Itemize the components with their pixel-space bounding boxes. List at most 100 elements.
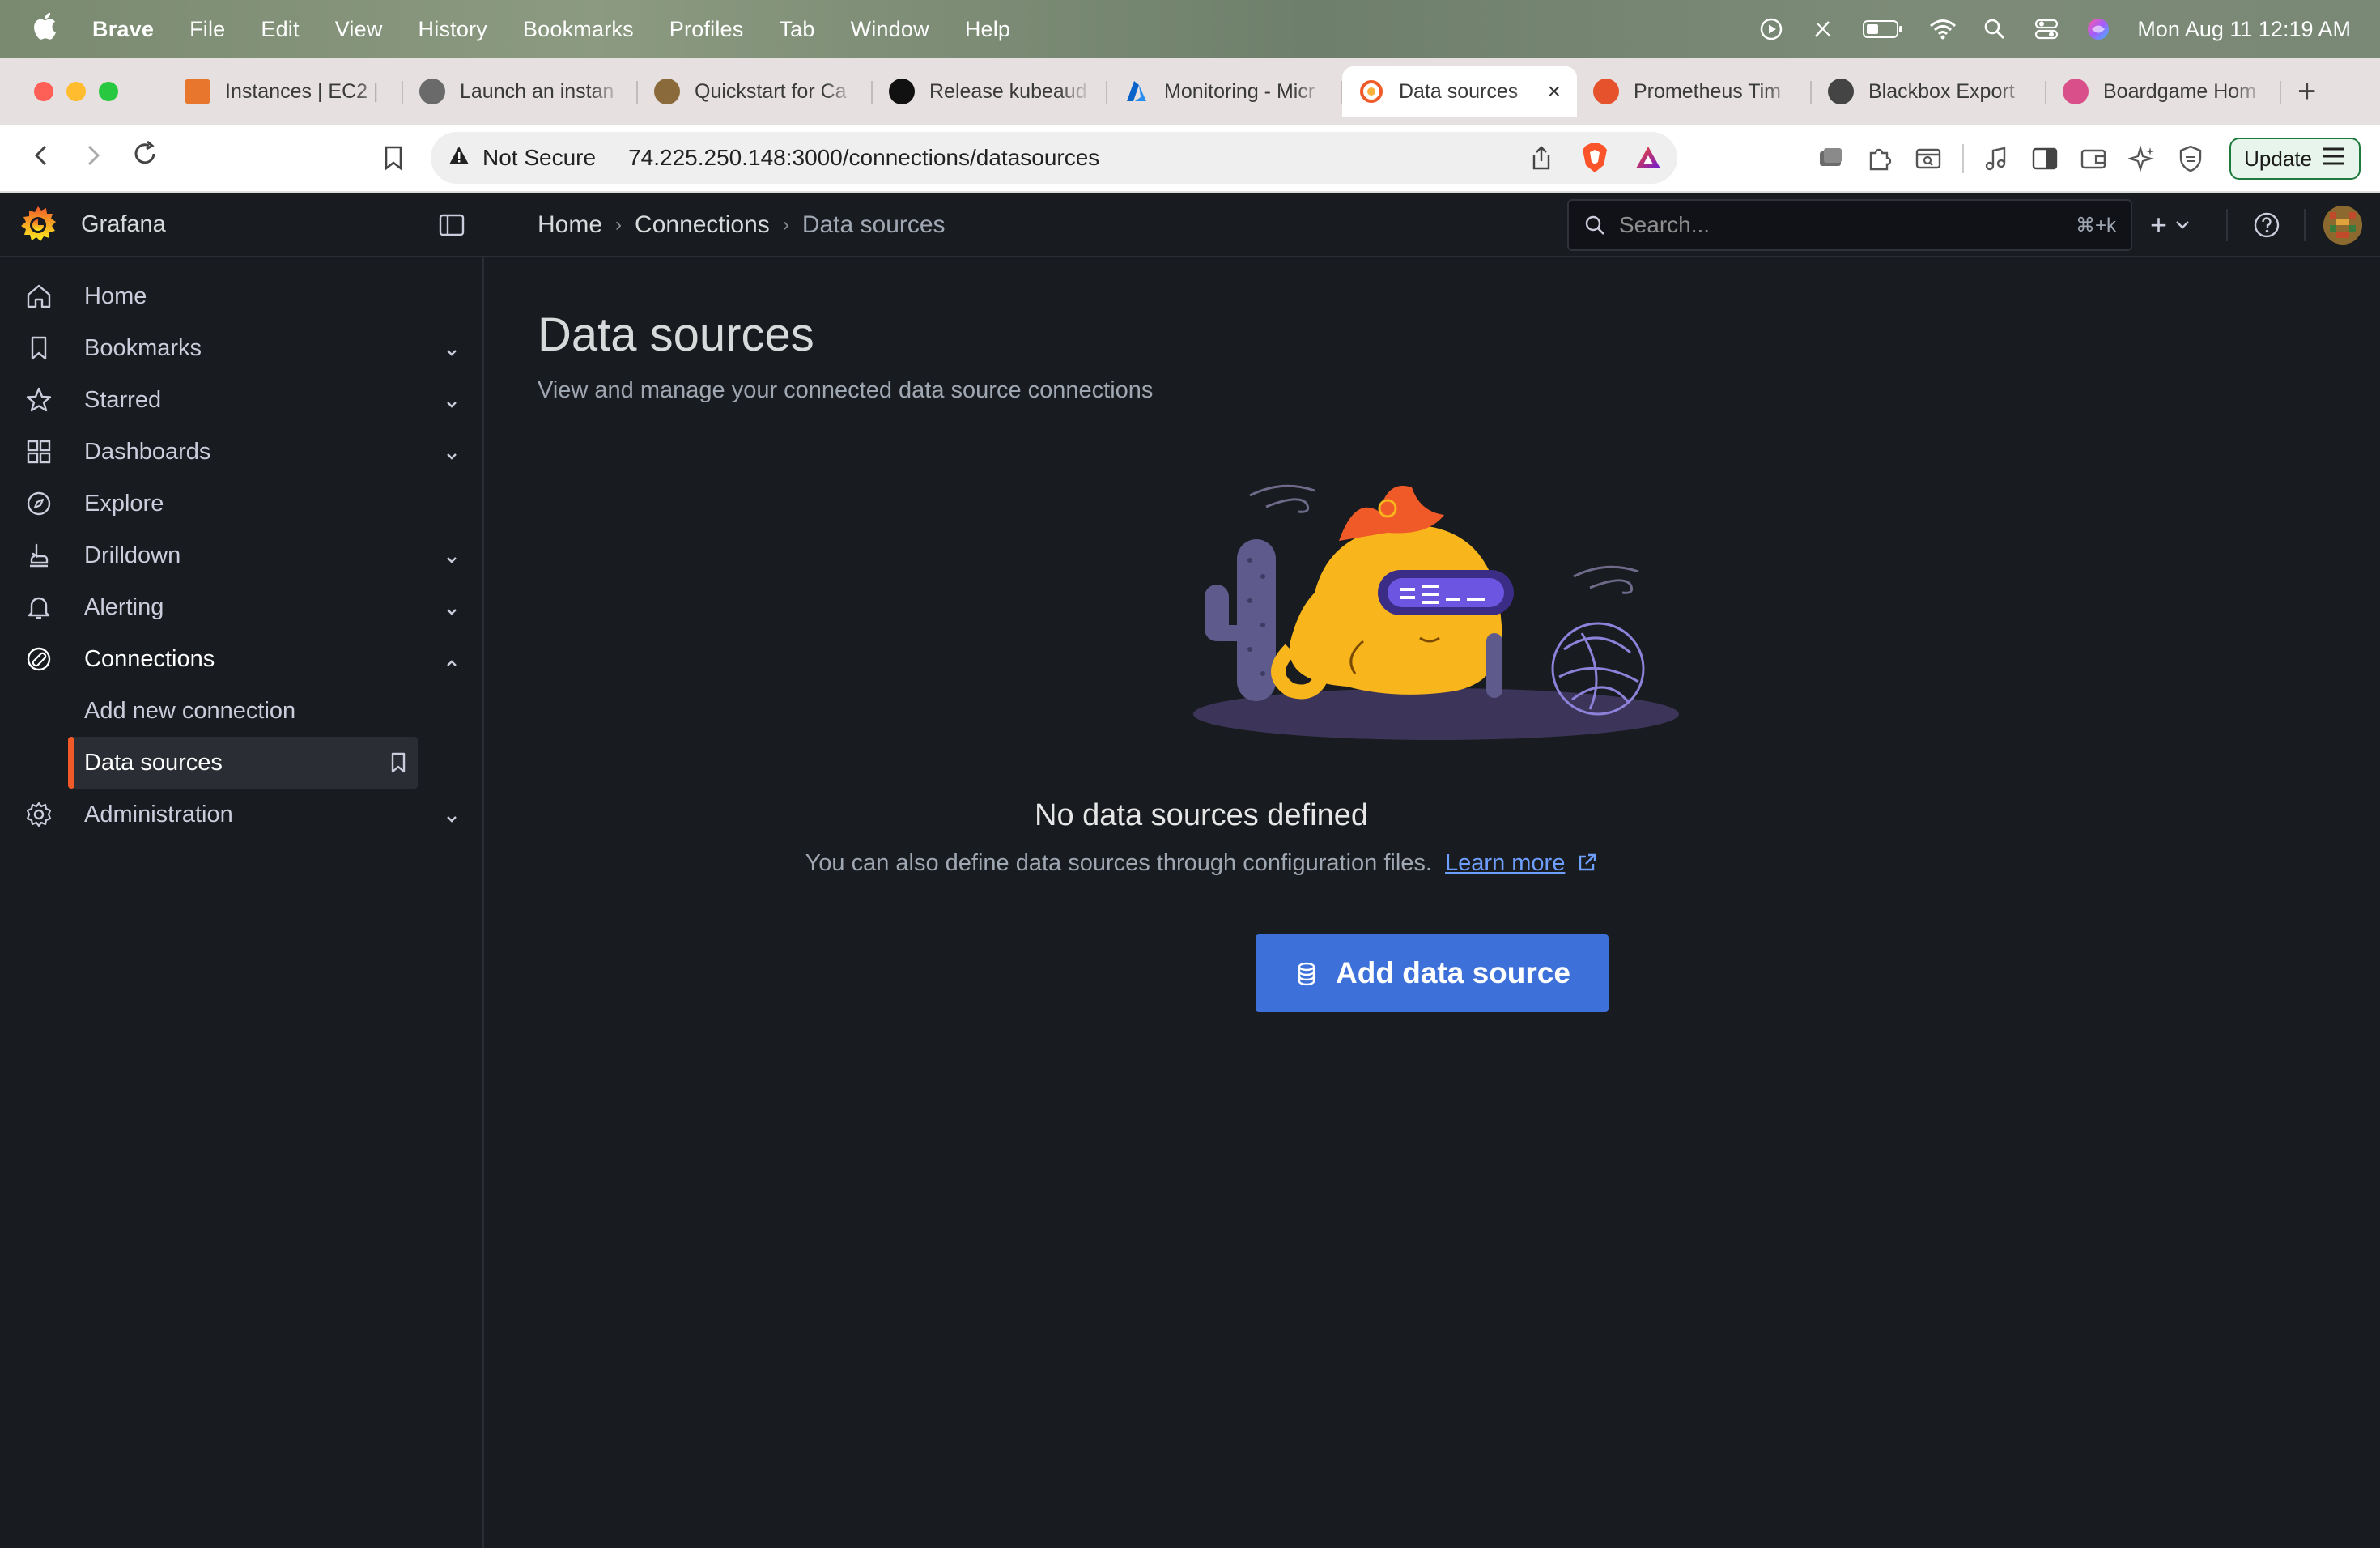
chevron-down-icon[interactable]	[444, 444, 460, 460]
tab-label: Prometheus Tim	[1634, 79, 1782, 103]
puzzle-extensions-icon[interactable]	[1864, 142, 1896, 175]
spotlight-search-icon[interactable]	[1980, 15, 2009, 44]
share-icon[interactable]	[1525, 142, 1558, 174]
sidebar-item-dashboards[interactable]: Dashboards	[0, 426, 484, 478]
sidebar-item-label: Starred	[84, 386, 162, 413]
add-data-source-button[interactable]: Add data source	[1256, 934, 1609, 1012]
extension-icon[interactable]	[1815, 142, 1847, 175]
battery-icon[interactable]	[1860, 15, 1906, 44]
menubar-clock[interactable]: Mon Aug 11 12:19 AM	[2137, 17, 2351, 42]
sidebar-item-label: Drilldown	[84, 542, 181, 568]
warning-icon[interactable]	[448, 145, 471, 171]
pen-slash-icon[interactable]	[1808, 15, 1838, 44]
brave-shields-icon[interactable]	[1579, 142, 1611, 174]
new-tab-button[interactable]: +	[2297, 74, 2316, 110]
minimize-window-button[interactable]	[66, 82, 86, 101]
tab-boardgame-home[interactable]: Boardgame Hom	[2046, 66, 2281, 117]
tab-quickstart[interactable]: Quickstart for Ca	[638, 66, 873, 117]
grafana-topbar: Grafana Home › Connections › Data source…	[0, 193, 2380, 257]
apple-icon[interactable]	[32, 11, 65, 48]
grafana-logo-icon[interactable]	[18, 204, 58, 245]
url-text[interactable]: 74.225.250.148:3000/connections/datasour…	[628, 145, 1099, 171]
vpn-shield-icon[interactable]	[2174, 142, 2207, 175]
sidebar-item-explore[interactable]: Explore	[0, 478, 484, 529]
menu-view[interactable]: View	[335, 17, 383, 42]
tab-monitoring-microsoft[interactable]: Monitoring - Micr	[1107, 66, 1342, 117]
tab-ec2-instances[interactable]: Instances | EC2 |	[168, 66, 403, 117]
external-link-icon[interactable]	[1576, 853, 1597, 874]
reload-button[interactable]	[123, 140, 167, 176]
sidebar-item-bookmarks[interactable]: Bookmarks	[0, 322, 484, 374]
user-avatar[interactable]	[2323, 206, 2362, 245]
back-button[interactable]	[19, 141, 63, 176]
menu-profiles[interactable]: Profiles	[669, 17, 744, 42]
chevron-up-icon[interactable]	[444, 651, 460, 667]
tab-release-kubeaudit[interactable]: Release kubeaud	[873, 66, 1107, 117]
forward-button[interactable]	[71, 141, 115, 176]
sidebar-subitem-add-new-connection[interactable]: Add new connection	[70, 685, 418, 737]
breadcrumb-current: Data sources	[801, 211, 946, 238]
learn-more-link[interactable]: Learn more	[1445, 850, 1565, 876]
bell-icon	[24, 593, 53, 622]
menu-history[interactable]: History	[419, 17, 487, 42]
help-icon[interactable]	[2250, 209, 2283, 241]
update-button[interactable]: Update	[2229, 138, 2361, 180]
breadcrumb: Home › Connections › Data sources	[538, 193, 946, 257]
grafana-brand[interactable]: Grafana	[81, 211, 166, 238]
sidebar-item-drilldown[interactable]: Drilldown	[0, 529, 484, 581]
breadcrumb-separator-icon: ›	[615, 214, 623, 236]
menu-edit[interactable]: Edit	[261, 17, 299, 42]
search-shortcut: ⌘+k	[2075, 214, 2116, 236]
sidebar-item-alerting[interactable]: Alerting	[0, 581, 484, 633]
menu-help[interactable]: Help	[965, 17, 1010, 42]
sidebar-item-administration[interactable]: Administration	[0, 789, 484, 840]
chevron-down-icon[interactable]	[444, 806, 460, 823]
tab-data-sources[interactable]: Data sources ×	[1342, 66, 1577, 117]
search-input[interactable]: Search... ⌘+k	[1567, 199, 2132, 251]
zoom-window-button[interactable]	[99, 82, 118, 101]
sidebar-item-connections[interactable]: Connections	[0, 633, 484, 685]
breadcrumb-connections[interactable]: Connections	[635, 211, 770, 239]
security-status[interactable]: Not Secure	[482, 145, 596, 171]
bookmark-add-icon[interactable]	[387, 751, 410, 774]
dock-menu-icon[interactable]	[437, 211, 466, 240]
leo-ai-icon[interactable]	[2126, 142, 2158, 175]
chevron-down-icon[interactable]	[444, 599, 460, 615]
menu-bookmarks[interactable]: Bookmarks	[523, 17, 634, 42]
music-note-icon[interactable]	[1980, 142, 2012, 175]
close-window-button[interactable]	[34, 82, 53, 101]
siri-icon[interactable]	[2084, 15, 2113, 44]
menu-window[interactable]: Window	[851, 17, 929, 42]
chevron-down-icon[interactable]	[444, 392, 460, 408]
tab-prometheus[interactable]: Prometheus Tim	[1577, 66, 1812, 117]
sidebar-item-starred[interactable]: Starred	[0, 374, 484, 426]
menu-app-brave[interactable]: Brave	[92, 17, 154, 42]
sidebar-toggle-icon[interactable]	[2029, 142, 2061, 175]
sidebar-item-home[interactable]: Home	[0, 270, 484, 322]
toolbar-separator	[1962, 144, 1965, 173]
wallet-icon[interactable]	[2077, 142, 2110, 175]
breadcrumb-home[interactable]: Home	[538, 211, 602, 239]
play-circle-icon[interactable]	[1757, 15, 1786, 44]
tab-blackbox-exporter[interactable]: Blackbox Export	[1812, 66, 2046, 117]
browser-toolbar: Not Secure 74.225.250.148:3000/connectio…	[0, 125, 2380, 193]
bookmark-page-icon[interactable]	[377, 145, 410, 171]
tab-search-icon[interactable]	[1912, 142, 1944, 175]
search-icon	[1583, 214, 1606, 236]
address-bar[interactable]: Not Secure 74.225.250.148:3000/connectio…	[431, 132, 1677, 184]
new-menu-button[interactable]: +	[2150, 204, 2190, 246]
wifi-icon[interactable]	[1928, 15, 1957, 44]
menu-file[interactable]: File	[189, 17, 225, 42]
menubar-tray: Mon Aug 11 12:19 AM	[1734, 0, 2351, 58]
chevron-down-icon[interactable]	[444, 547, 460, 563]
chevron-down-icon[interactable]	[444, 340, 460, 356]
omnibox-actions	[1504, 132, 1664, 184]
grafana-sidebar: Home Bookmarks Starred Dashboards Explor…	[0, 257, 484, 1548]
control-center-icon[interactable]	[2032, 15, 2061, 44]
tab-launch-instance[interactable]: Launch an instan	[403, 66, 638, 117]
sidebar-subitem-label: Data sources	[84, 749, 223, 776]
tab-close-icon[interactable]: ×	[1548, 79, 1561, 104]
brave-rewards-icon[interactable]	[1632, 142, 1664, 174]
sidebar-subitem-data-sources[interactable]: Data sources	[68, 737, 418, 789]
menu-tab[interactable]: Tab	[779, 17, 814, 42]
